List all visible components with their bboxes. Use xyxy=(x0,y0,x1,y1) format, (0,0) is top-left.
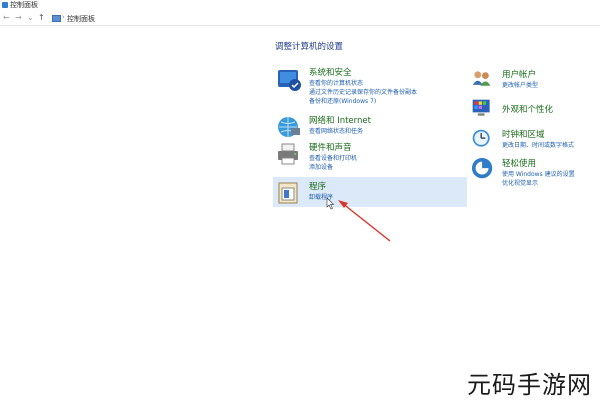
programs-icon xyxy=(278,182,298,204)
category-programs[interactable]: 程序 卸载程序 xyxy=(276,180,466,206)
link-windows-suggested-settings[interactable]: 使用 Windows 建议的设置 xyxy=(502,169,575,178)
link-add-device[interactable]: 添加设备 xyxy=(309,162,333,171)
breadcrumb-separator: › xyxy=(62,13,65,21)
control-panel-icon xyxy=(2,2,8,8)
window-title: 控制面板 xyxy=(10,1,38,9)
category-system-security[interactable]: 系统和安全 查看你的计算机状态 通过文件历史记录保存你的文件备份副本 备份和还原… xyxy=(276,66,466,110)
link-backup-restore-win7[interactable]: 备份和还原(Windows 7) xyxy=(309,96,376,105)
category-clock-region[interactable]: 时钟和区域 更改日期、时间或数字格式 xyxy=(471,128,596,154)
category-title-hardware-sound[interactable]: 硬件和声音 xyxy=(309,141,352,153)
navigation-bar: ← → ⌄ ↑ › 控制面板 xyxy=(0,11,600,26)
watermark: 元码手游网 xyxy=(467,371,592,399)
link-change-date-format[interactable]: 更改日期、时间或数字格式 xyxy=(502,140,574,149)
clock-icon xyxy=(472,129,490,147)
users-icon xyxy=(472,71,491,86)
link-view-network-status[interactable]: 查看网络状态和任务 xyxy=(309,126,363,135)
category-title-clock-region[interactable]: 时钟和区域 xyxy=(502,128,545,140)
category-title-network-internet[interactable]: 网络和 Internet xyxy=(309,114,371,126)
category-user-accounts[interactable]: 用户帐户 更改帐户类型 xyxy=(471,68,596,94)
link-change-account-type[interactable]: 更改帐户类型 xyxy=(502,80,538,89)
forward-arrow-icon[interactable]: → xyxy=(15,13,22,22)
palette-icon xyxy=(472,99,490,116)
printer-icon xyxy=(278,143,298,165)
category-title-appearance[interactable]: 外观和个性化 xyxy=(502,103,553,115)
accessibility-icon xyxy=(471,157,493,179)
control-panel-folder-icon xyxy=(52,15,61,22)
link-uninstall-program[interactable]: 卸载程序 xyxy=(309,192,333,201)
category-appearance[interactable]: 外观和个性化 xyxy=(471,98,596,124)
category-title-system-security[interactable]: 系统和安全 xyxy=(309,66,352,78)
category-ease-of-access[interactable]: 轻松使用 使用 Windows 建议的设置 优化视觉显示 xyxy=(471,157,596,187)
category-title-programs[interactable]: 程序 xyxy=(309,180,326,192)
link-file-history-backup[interactable]: 通过文件历史记录保存你的文件备份副本 xyxy=(309,87,417,96)
title-bar: 控制面板 xyxy=(0,0,600,11)
recent-locations-icon[interactable]: ⌄ xyxy=(27,13,34,22)
link-optimize-visual-display[interactable]: 优化视觉显示 xyxy=(502,178,538,187)
link-view-computer-status[interactable]: 查看你的计算机状态 xyxy=(309,78,363,87)
link-devices-printers[interactable]: 查看设备和打印机 xyxy=(309,153,357,162)
breadcrumb-control-panel[interactable]: 控制面板 xyxy=(67,14,95,24)
category-title-ease-of-access[interactable]: 轻松使用 xyxy=(502,157,536,169)
category-hardware-sound[interactable]: 硬件和声音 查看设备和打印机 添加设备 xyxy=(276,141,466,171)
page-title: 调整计算机的设置 xyxy=(275,42,344,52)
shield-icon xyxy=(278,70,301,91)
category-network-internet[interactable]: 网络和 Internet 查看网络状态和任务 xyxy=(276,114,466,140)
up-arrow-icon[interactable]: ↑ xyxy=(38,13,45,22)
category-title-user-accounts[interactable]: 用户帐户 xyxy=(502,68,536,80)
globe-icon xyxy=(278,117,300,137)
back-arrow-icon[interactable]: ← xyxy=(3,13,10,22)
